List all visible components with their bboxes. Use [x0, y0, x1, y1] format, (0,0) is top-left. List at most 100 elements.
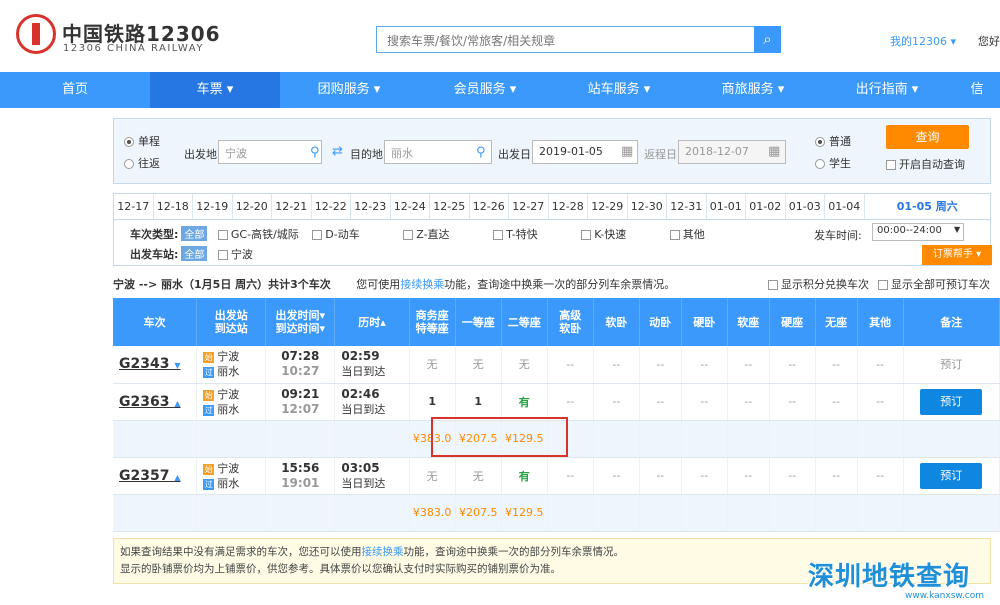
seat-cell[interactable]: 有 — [501, 457, 548, 495]
date-tab[interactable]: 12-26 — [470, 194, 509, 219]
seat-cell[interactable]: -- — [681, 457, 728, 495]
nav-group[interactable]: 团购服务 ▾ — [280, 72, 418, 108]
seat-cell[interactable]: -- — [769, 346, 816, 384]
note-cell[interactable]: 预订 — [903, 346, 1000, 384]
date-tab[interactable]: 01-01 — [707, 194, 746, 219]
col-header[interactable]: 出发站 到达站 — [196, 298, 267, 346]
date-tab-selected[interactable]: 01-05 周六 — [864, 194, 990, 219]
date-tab[interactable]: 12-28 — [549, 194, 588, 219]
train-number[interactable]: G2343 — [119, 356, 169, 372]
train-number[interactable]: G2357 — [119, 468, 169, 484]
date-tab[interactable]: 12-27 — [509, 194, 549, 219]
type-z[interactable]: Z-直达 — [403, 228, 450, 241]
seat-cell[interactable]: -- — [857, 457, 904, 495]
date-tab[interactable]: 12-19 — [193, 194, 233, 219]
note-cell[interactable]: 预订 — [903, 383, 1000, 421]
points-checkbox[interactable]: 显示积分兑换车次 — [768, 276, 869, 292]
book-button[interactable]: 预订 — [920, 462, 983, 489]
seat-cell[interactable]: -- — [815, 383, 858, 421]
book-button[interactable]: 预订 — [920, 388, 983, 415]
train-number-cell[interactable]: G2357 ▲ — [113, 457, 198, 495]
seat-cell[interactable]: -- — [593, 457, 640, 495]
date-tab[interactable]: 01-04 — [825, 194, 865, 219]
trip-oneway[interactable]: 单程 — [124, 133, 160, 149]
seat-cell[interactable]: 无 — [409, 457, 456, 495]
depart-time-select[interactable]: 00:00--24:00 — [872, 223, 964, 241]
seat-cell[interactable]: -- — [593, 346, 640, 384]
nav-home[interactable]: 首页 — [0, 72, 150, 108]
date-tab[interactable]: 12-20 — [233, 194, 272, 219]
nav-station[interactable]: 站车服务 ▾ — [552, 72, 686, 108]
transfer-link-note[interactable]: 接续换乘 — [362, 546, 404, 558]
train-number[interactable]: G2363 — [119, 394, 169, 410]
chevron-up-icon[interactable]: ▲ — [174, 399, 180, 408]
seat-cell[interactable]: -- — [547, 457, 594, 495]
query-button[interactable]: 查询 — [886, 125, 969, 149]
seat-cell[interactable]: -- — [857, 383, 904, 421]
seat-cell[interactable]: -- — [593, 383, 640, 421]
seat-cell[interactable]: -- — [639, 346, 682, 384]
date-tab[interactable]: 12-21 — [272, 194, 312, 219]
seat-cell[interactable]: -- — [547, 346, 594, 384]
location-pin-icon[interactable]: ⚲ — [310, 145, 320, 160]
type-k[interactable]: K-快速 — [581, 228, 626, 241]
seat-cell[interactable]: 无 — [455, 346, 502, 384]
date-tab[interactable]: 01-03 — [786, 194, 825, 219]
seat-cell[interactable]: -- — [681, 383, 728, 421]
seat-cell[interactable]: 有 — [501, 383, 548, 421]
train-number-cell[interactable]: G2363 ▲ — [113, 383, 198, 421]
all-bookable-checkbox[interactable]: 显示全部可预订车次 — [878, 276, 990, 292]
from-input[interactable]: 宁波 — [218, 140, 322, 164]
date-tab[interactable]: 12-30 — [628, 194, 667, 219]
date-tab[interactable]: 12-29 — [588, 194, 628, 219]
seat-cell[interactable]: -- — [727, 383, 770, 421]
date-tab[interactable]: 12-24 — [391, 194, 430, 219]
auto-query-checkbox[interactable]: 开启自动查询 — [886, 156, 965, 172]
type-t[interactable]: T-特快 — [493, 228, 538, 241]
seat-cell[interactable]: -- — [815, 457, 858, 495]
seat-cell[interactable]: -- — [639, 457, 682, 495]
booking-helper-button[interactable]: 订票帮手 ▾ — [922, 245, 992, 265]
chevron-down-icon[interactable]: ▼ — [174, 361, 180, 370]
seat-cell[interactable]: -- — [815, 346, 858, 384]
seat-cell[interactable]: 1 — [455, 383, 502, 421]
calendar-icon[interactable]: ▦ — [768, 144, 780, 159]
ticket-normal[interactable]: 普通 — [815, 133, 851, 149]
date-tab[interactable]: 12-31 — [667, 194, 707, 219]
date-tab[interactable]: 01-02 — [746, 194, 786, 219]
railway-logo-icon[interactable] — [16, 14, 56, 54]
filter-all-button[interactable]: 全部 — [181, 226, 208, 241]
type-d[interactable]: D-动车 — [312, 228, 360, 241]
trip-roundtrip[interactable]: 往返 — [124, 155, 160, 171]
location-pin-icon[interactable]: ⚲ — [476, 145, 486, 160]
date-tab[interactable]: 12-23 — [351, 194, 391, 219]
seat-cell[interactable]: -- — [769, 457, 816, 495]
seat-cell[interactable]: 1 — [409, 383, 456, 421]
search-icon[interactable]: ⌕ — [754, 26, 781, 53]
date-tab[interactable]: 12-22 — [312, 194, 351, 219]
nav-more[interactable]: 信 — [954, 72, 1000, 108]
note-cell[interactable]: 预订 — [903, 457, 1000, 495]
chevron-up-icon[interactable]: ▲ — [174, 473, 180, 482]
date-tab[interactable]: 12-25 — [430, 194, 470, 219]
search-input[interactable]: 搜索车票/餐饮/常旅客/相关规章 — [376, 26, 754, 53]
nav-member[interactable]: 会员服务 ▾ — [418, 72, 552, 108]
seat-cell[interactable]: -- — [639, 383, 682, 421]
my-12306-menu[interactable]: 我的12306 ▾ — [890, 33, 956, 49]
calendar-icon[interactable]: ▦ — [621, 144, 633, 159]
seat-cell[interactable]: -- — [857, 346, 904, 384]
seat-cell[interactable]: -- — [547, 383, 594, 421]
seat-cell[interactable]: 无 — [501, 346, 548, 384]
transfer-link[interactable]: 接续换乘 — [400, 278, 444, 291]
type-other[interactable]: 其他 — [669, 228, 705, 241]
seat-cell[interactable]: -- — [681, 346, 728, 384]
date-tab[interactable]: 12-17 — [114, 194, 154, 219]
col-header[interactable]: 历时▴ — [334, 298, 410, 346]
station-ningbo[interactable]: 宁波 — [217, 248, 253, 261]
date-tab[interactable]: 12-18 — [154, 194, 193, 219]
ticket-student[interactable]: 学生 — [815, 155, 851, 171]
seat-cell[interactable]: 无 — [455, 457, 502, 495]
train-number-cell[interactable]: G2343 ▼ — [113, 346, 198, 384]
col-header[interactable]: 出发时间▾ 到达时间▾ — [265, 298, 336, 346]
seat-cell[interactable]: -- — [769, 383, 816, 421]
